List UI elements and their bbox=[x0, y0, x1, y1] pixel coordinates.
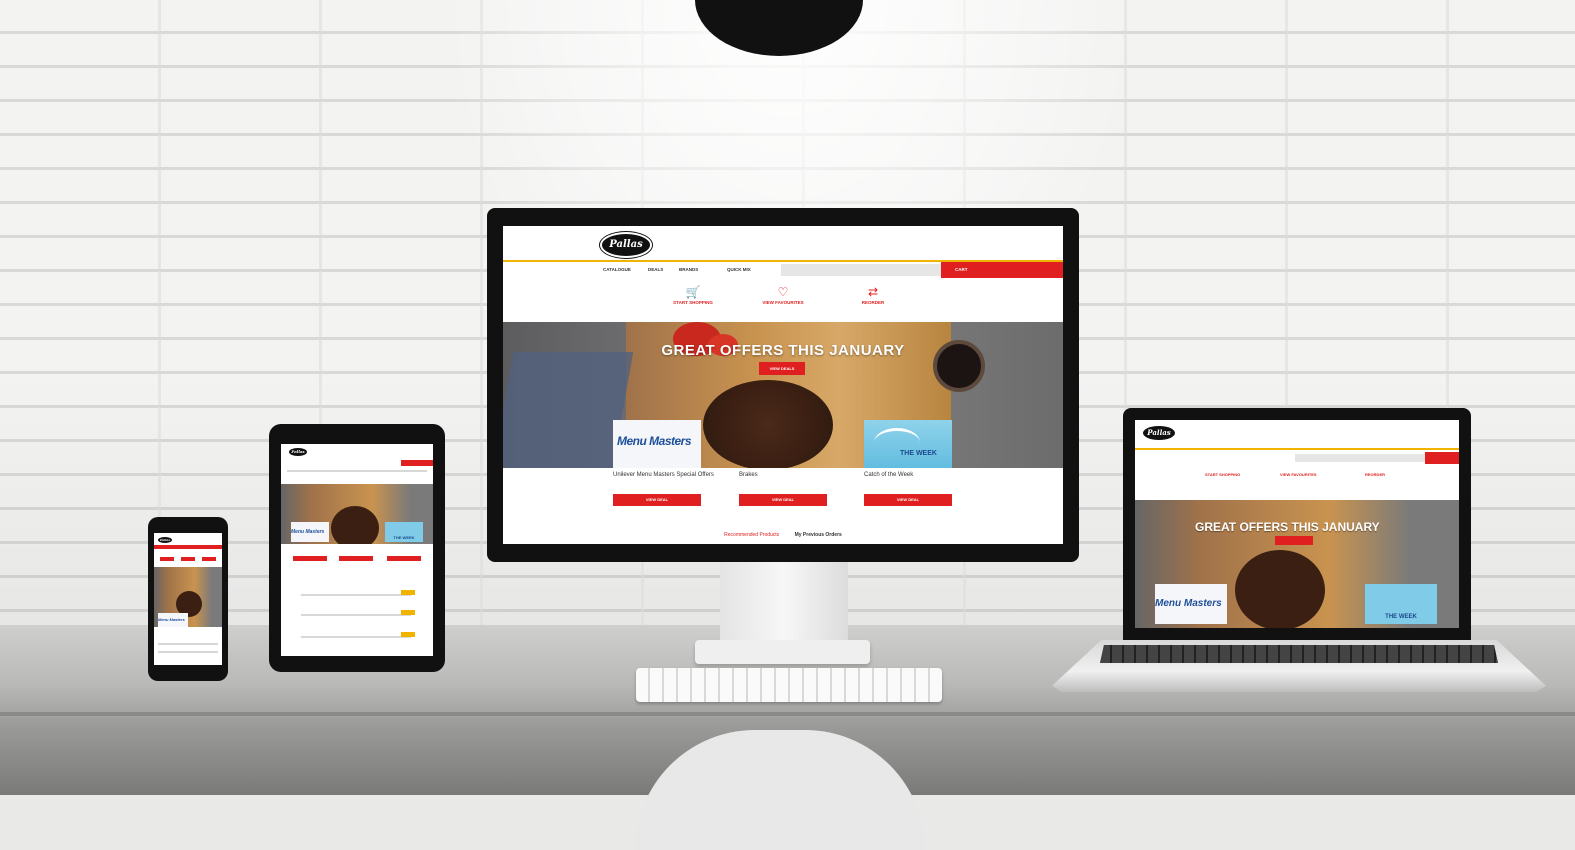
order-row-button bbox=[401, 610, 415, 615]
deal-card-title: Unilever Menu Masters Special Offers bbox=[613, 472, 714, 478]
site-logo: Pallas bbox=[158, 537, 172, 543]
tablet-screen: Pallas Menu Masters THE WEEK bbox=[281, 444, 433, 656]
laptop-keyboard bbox=[1100, 645, 1498, 663]
brand-logo-text: THE WEEK bbox=[385, 522, 423, 542]
quick-link-button bbox=[160, 557, 174, 561]
cart-bar bbox=[154, 545, 222, 549]
header-rule bbox=[1135, 448, 1459, 450]
heart-icon: ♡ bbox=[777, 285, 789, 299]
quick-link-button bbox=[181, 557, 195, 561]
phone-screen: Pallas Menu Masters bbox=[154, 533, 222, 665]
desk-edge bbox=[0, 712, 1575, 716]
tab-previous-orders[interactable]: My Previous Orders bbox=[795, 532, 842, 538]
top-links bbox=[733, 234, 783, 239]
order-row bbox=[301, 594, 411, 596]
cart-icon: 🛒 bbox=[685, 285, 701, 299]
hero-title: GREAT OFFERS THIS JANUARY bbox=[1195, 520, 1380, 534]
quick-link-start-shopping[interactable]: 🛒 START SHOPPING bbox=[643, 286, 743, 305]
deal-card-image: THE WEEK bbox=[864, 420, 952, 468]
monitor-stand-base bbox=[695, 640, 870, 664]
laptop-screen: Pallas START SHOPPING VIEW FAVOURITES RE… bbox=[1135, 420, 1459, 628]
deal-card-desc bbox=[739, 480, 827, 492]
order-row-button bbox=[401, 632, 415, 637]
deal-card-image: Menu Masters bbox=[613, 420, 701, 468]
nav-deals[interactable]: DEALS bbox=[648, 267, 663, 272]
view-deal-button bbox=[387, 556, 421, 561]
hero-title: GREAT OFFERS THIS JANUARY bbox=[661, 342, 905, 359]
deal-card-title: Catch of the Week bbox=[864, 472, 914, 478]
hero-plate bbox=[331, 506, 379, 544]
quick-link-label: VIEW FAVOURITES bbox=[762, 300, 804, 305]
brand-logo-text: Menu Masters bbox=[1155, 584, 1227, 624]
view-deal-button[interactable]: VIEW DEAL bbox=[864, 494, 952, 506]
order-row-button bbox=[401, 590, 415, 595]
brand-logo-text: Menu Masters bbox=[291, 522, 329, 542]
deal-card: Menu Masters Unilever Menu Masters Speci… bbox=[613, 420, 714, 506]
tablet: Pallas Menu Masters THE WEEK bbox=[269, 424, 445, 672]
brand-logo-text: THE WEEK bbox=[900, 450, 937, 457]
view-deal-button[interactable]: VIEW DEAL bbox=[739, 494, 827, 506]
deal-card-desc bbox=[864, 480, 952, 492]
nav-catalogue[interactable]: CATALOGUE bbox=[603, 267, 631, 272]
reorder-icon: ⇄ bbox=[867, 285, 879, 299]
quick-link-favourites[interactable]: ♡ VIEW FAVOURITES bbox=[733, 286, 833, 305]
cart-button bbox=[1425, 452, 1459, 464]
site-logo: Pallas bbox=[289, 448, 307, 456]
tab-recommended-products[interactable]: Recommended Products bbox=[724, 532, 779, 538]
view-deal-button[interactable]: VIEW DEAL bbox=[613, 494, 701, 506]
nav-quick-mix[interactable]: QUICK MIX bbox=[727, 267, 751, 272]
smartphone: Pallas Menu Masters bbox=[148, 517, 228, 681]
keyboard bbox=[636, 668, 942, 702]
quick-link-label: REORDER bbox=[861, 300, 885, 305]
desktop-monitor: Pallas CATALOGUE DEALS BRANDS QUICK MIX … bbox=[487, 208, 1079, 562]
laptop: Pallas START SHOPPING VIEW FAVOURITES RE… bbox=[1123, 408, 1471, 640]
order-row bbox=[301, 614, 411, 616]
brand-logo-text: Menu Masters bbox=[158, 613, 188, 627]
brand-logo-text: THE WEEK bbox=[1365, 584, 1437, 624]
search-input[interactable] bbox=[781, 264, 941, 276]
deal-card-title: Brakes bbox=[739, 472, 758, 478]
deal-card: Brakes VIEW DEAL bbox=[739, 420, 827, 506]
cart-button bbox=[401, 460, 433, 466]
site-logo[interactable]: Pallas bbox=[600, 232, 652, 258]
site-header: Pallas bbox=[503, 226, 1063, 262]
hero-view-deals-button bbox=[1275, 536, 1313, 545]
quick-link-reorder[interactable]: ⇄ REORDER bbox=[823, 286, 923, 305]
deal-card-desc bbox=[613, 480, 701, 492]
quick-link-button bbox=[202, 557, 216, 561]
quick-link-label: VIEW FAVOURITES bbox=[1280, 472, 1317, 477]
search-input bbox=[1295, 454, 1425, 462]
view-deal-button bbox=[293, 556, 327, 561]
quick-link-label: START SHOPPING bbox=[673, 300, 713, 305]
cart-button[interactable]: CART bbox=[941, 262, 1063, 278]
bottom-tabs: Recommended Products My Previous Orders bbox=[503, 532, 1063, 538]
deal-card-image bbox=[739, 420, 827, 468]
nav-rule bbox=[287, 470, 427, 472]
main-nav: CATALOGUE DEALS BRANDS QUICK MIX CART bbox=[503, 262, 1063, 278]
content-rule bbox=[158, 643, 218, 645]
quick-link-label: START SHOPPING bbox=[1205, 472, 1241, 477]
monitor-stand bbox=[720, 562, 848, 646]
site-logo: Pallas bbox=[1143, 426, 1175, 440]
view-deal-button bbox=[339, 556, 373, 561]
monitor-screen: Pallas CATALOGUE DEALS BRANDS QUICK MIX … bbox=[503, 226, 1063, 544]
order-row bbox=[301, 636, 411, 638]
hero-plate bbox=[1235, 550, 1325, 628]
hero-banner: GREAT OFFERS THIS JANUARY Menu Masters T… bbox=[1135, 500, 1459, 628]
nav-brands[interactable]: BRANDS bbox=[679, 267, 698, 272]
content-rule bbox=[158, 651, 218, 653]
quick-link-label: REORDER bbox=[1365, 472, 1386, 477]
hero-view-deals-button[interactable]: VIEW DEALS bbox=[759, 362, 805, 375]
brand-logo-text: Menu Masters bbox=[617, 434, 692, 448]
deal-card: THE WEEK Catch of the Week VIEW DEAL bbox=[864, 420, 952, 506]
